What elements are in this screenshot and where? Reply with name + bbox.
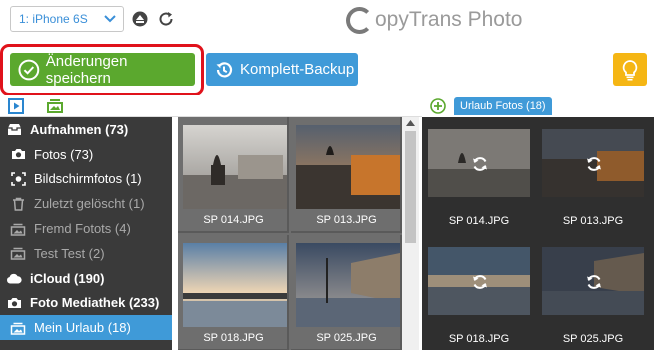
play-tab-icon[interactable]	[8, 98, 24, 114]
sidebar-item-label: Bildschirmfotos (1)	[34, 171, 142, 187]
album-photo-grid: SP 014.JPG SP 013.JPG SP 018.JPG SP 025.…	[422, 117, 654, 350]
sidebar-item-label: Mein Urlaub (18)	[34, 320, 131, 336]
save-changes-button[interactable]: Änderungen speichern	[10, 52, 195, 87]
chevron-down-icon	[104, 15, 116, 23]
trash-icon	[10, 197, 26, 211]
sidebar-item-aufnahmen[interactable]: Aufnahmen (73)	[0, 117, 172, 142]
sidebar: Aufnahmen (73) Fotos (73) Bildschirmfoto…	[0, 117, 172, 350]
album-tab-icon[interactable]	[46, 97, 64, 113]
cloud-icon	[6, 273, 22, 284]
sidebar-item-foto-mediathek[interactable]: Foto Mediathek (233)	[0, 291, 172, 316]
sidebar-item-label: Zuletzt gelöscht (1)	[34, 196, 145, 212]
sidebar-item-label: iCloud (190)	[30, 270, 105, 286]
sidebar-item-mein-urlaub[interactable]: Mein Urlaub (18)	[0, 315, 172, 341]
sidebar-item-label: Test Test (2)	[34, 245, 105, 261]
photo-thumbnail	[296, 125, 400, 209]
sidebar-item-label: Fotos (73)	[34, 146, 94, 162]
sidebar-item-zuletzt-geloescht[interactable]: Zuletzt gelöscht (1)	[0, 191, 172, 216]
photo-thumbnail	[183, 125, 287, 209]
photo-tile[interactable]: SP 018.JPG	[178, 235, 289, 350]
album-icon	[10, 222, 26, 236]
add-album-icon[interactable]	[430, 98, 446, 114]
camera-icon	[10, 148, 26, 160]
app-title: opyTrans Photo	[375, 8, 523, 31]
full-backup-button[interactable]: Komplett-Backup	[206, 53, 358, 86]
sidebar-item-test-test[interactable]: Test Test (2)	[0, 241, 172, 266]
device-select[interactable]: 1: iPhone 6S	[10, 6, 124, 32]
photo-filename: SP 013.JPG	[562, 215, 624, 227]
sync-icon	[587, 275, 601, 289]
sidebar-tab-bar	[0, 95, 422, 117]
sidebar-item-icloud[interactable]: iCloud (190)	[0, 266, 172, 291]
app-logo: opyTrans Photo	[346, 5, 522, 35]
sidebar-item-bildschirmfotos[interactable]: Bildschirmfotos (1)	[0, 167, 172, 192]
sidebar-item-label: Fremd Fotots (4)	[34, 221, 131, 237]
photo-filename: SP 014.JPG	[448, 215, 510, 227]
history-icon	[216, 61, 233, 77]
photo-tile[interactable]: SP 014.JPG	[178, 117, 289, 233]
sidebar-item-fotos[interactable]: Fotos (73)	[0, 142, 172, 167]
scroll-up-icon[interactable]	[406, 120, 415, 126]
logo-c-icon	[346, 6, 373, 34]
inbox-icon	[6, 123, 22, 136]
album-icon	[10, 321, 26, 335]
sidebar-item-fremd-fotots[interactable]: Fremd Fotots (4)	[0, 216, 172, 241]
sync-icon	[473, 275, 487, 289]
album-photo-tile[interactable]: SP 018.JPG	[422, 235, 536, 350]
album-photo-tile[interactable]: SP 013.JPG	[536, 117, 650, 233]
full-backup-label: Komplett-Backup	[240, 61, 355, 78]
photo-filename: SP 025.JPG	[316, 332, 377, 344]
photo-thumbnail	[296, 243, 400, 327]
sidebar-item-label: Foto Mediathek (233)	[30, 295, 160, 311]
sync-icon	[473, 157, 487, 171]
album-photo-tile[interactable]: SP 025.JPG	[536, 235, 650, 350]
photo-tile[interactable]: SP 025.JPG	[291, 235, 402, 350]
sync-icon	[587, 157, 601, 171]
photo-thumbnail	[183, 243, 287, 327]
photo-filename: SP 018.JPG	[203, 332, 264, 344]
album-icon	[10, 246, 26, 261]
device-photo-grid: SP 014.JPG SP 013.JPG SP 018.JPG SP 025.…	[178, 117, 402, 350]
photo-filename: SP 018.JPG	[448, 333, 510, 345]
sidebar-item-label: Aufnahmen (73)	[30, 121, 129, 137]
album-photo-tile[interactable]: SP 014.JPG	[422, 117, 536, 233]
photo-filename: SP 014.JPG	[203, 214, 264, 226]
photo-tile[interactable]: SP 013.JPG	[291, 117, 402, 233]
save-changes-label: Änderungen speichern	[45, 52, 128, 87]
eject-icon[interactable]	[132, 11, 148, 27]
refresh-icon[interactable]	[157, 10, 175, 28]
tab-label: Urlaub Fotos (18)	[460, 100, 546, 112]
camera-icon	[6, 297, 22, 309]
tab-urlaub-fotos[interactable]: Urlaub Fotos (18)	[454, 97, 552, 115]
lightbulb-icon	[622, 59, 638, 80]
check-circle-icon	[18, 59, 40, 80]
screenshot-icon	[10, 172, 26, 186]
scrollbar-thumb[interactable]	[405, 131, 416, 243]
photo-filename: SP 025.JPG	[562, 333, 624, 345]
tips-button[interactable]	[613, 53, 647, 86]
photo-filename: SP 013.JPG	[316, 214, 377, 226]
vertical-scrollbar[interactable]	[402, 117, 419, 350]
device-select-value: 1: iPhone 6S	[19, 12, 88, 26]
